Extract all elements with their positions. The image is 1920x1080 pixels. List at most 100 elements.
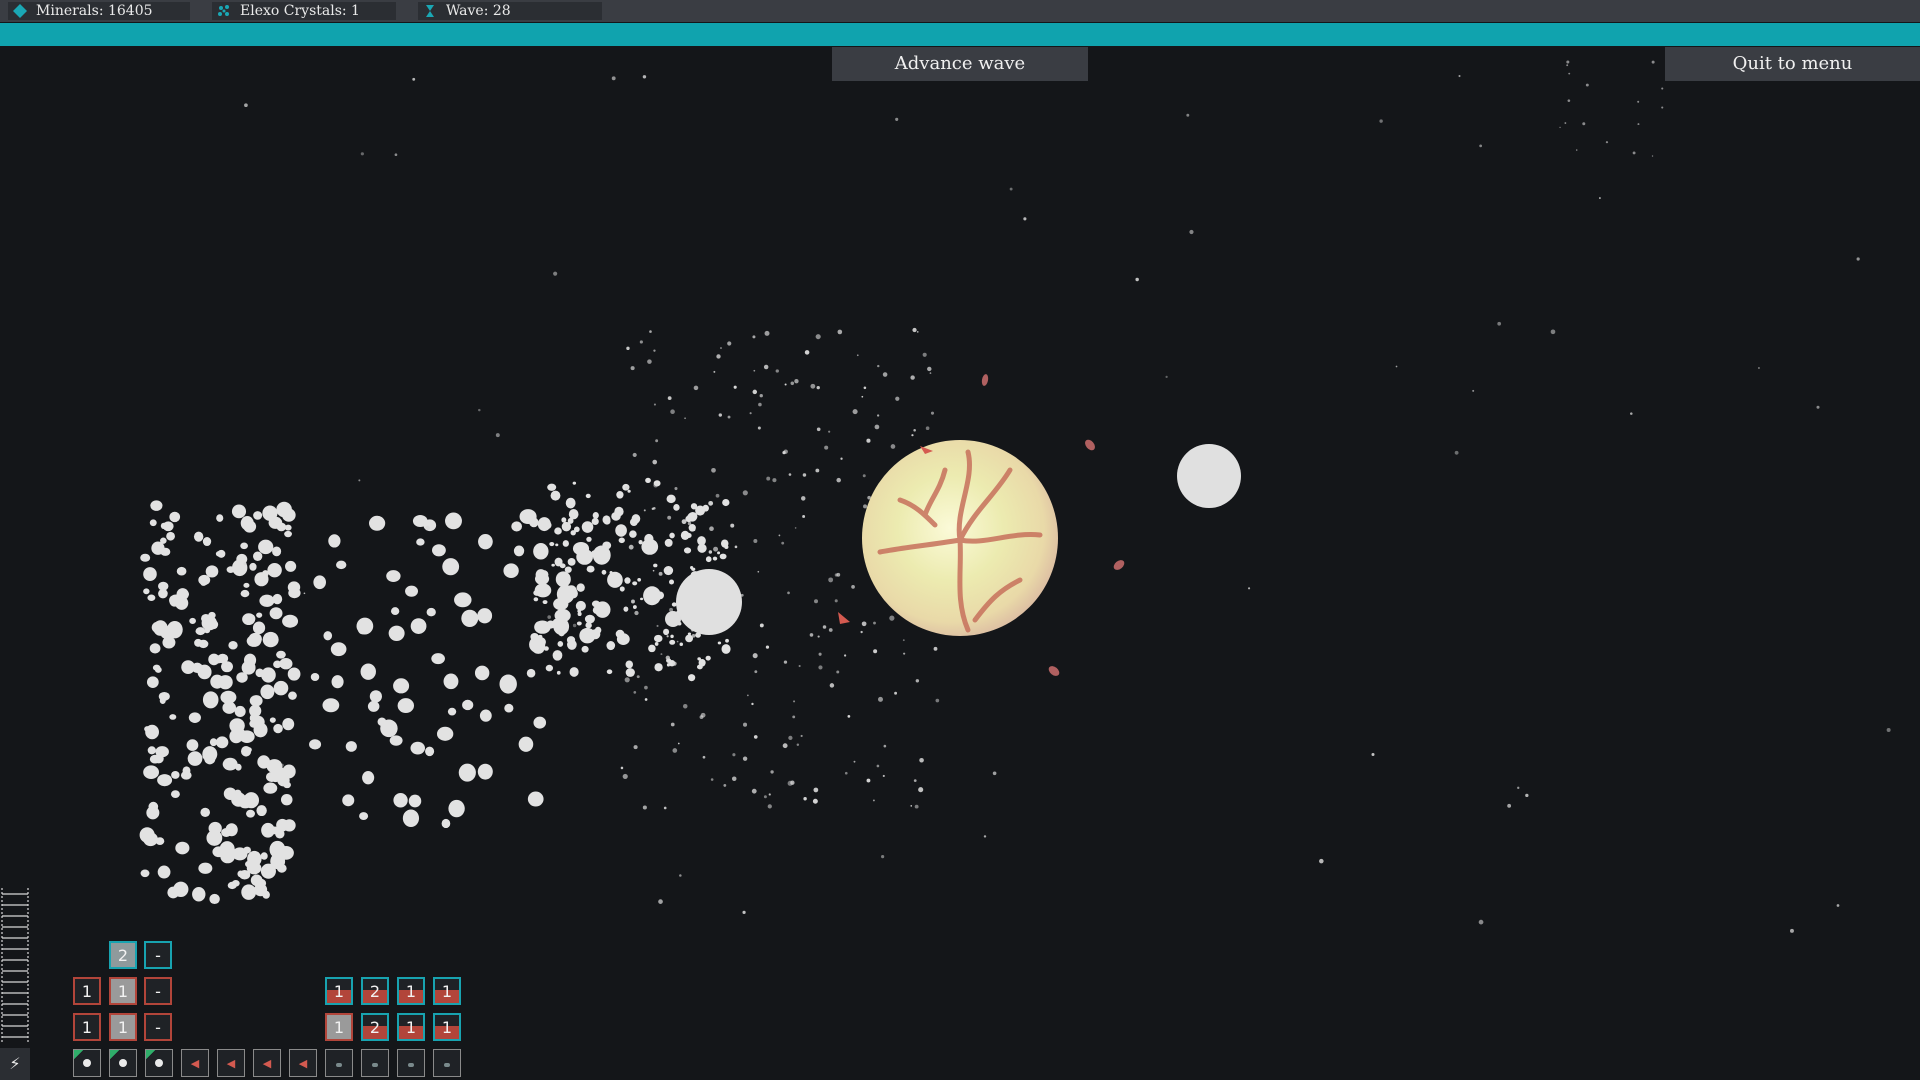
fighter-unit-slot[interactable]: ◀ [289, 1049, 317, 1077]
dust-particle [913, 428, 916, 432]
asteroid [552, 650, 563, 661]
asteroid [220, 690, 237, 704]
dust-particle [803, 797, 807, 801]
advance-wave-button[interactable]: Advance wave [832, 47, 1088, 81]
dust-particle [863, 386, 867, 390]
slot-tile[interactable]: - [144, 941, 172, 969]
weapon-tile[interactable]: 1 [325, 1013, 353, 1041]
dust-particle [715, 493, 720, 498]
dust-particle [788, 735, 793, 740]
weapon-tile[interactable]: 1 [397, 1013, 425, 1041]
dust-particle [1135, 277, 1139, 282]
asteroid [197, 664, 212, 680]
asteroid [405, 585, 419, 597]
asteroid [477, 763, 493, 780]
weapon-tile[interactable]: 1 [325, 977, 353, 1005]
crystals-label: Elexo Crystals: 1 [240, 3, 360, 19]
fighter-icon: ◀ [298, 1057, 308, 1070]
dust-particle [817, 635, 820, 638]
asteroid [643, 586, 661, 606]
asteroid [328, 534, 341, 548]
weapon-tile[interactable]: 1 [397, 977, 425, 1005]
build-queue-ladder[interactable] [0, 888, 30, 1044]
dust-particle [759, 623, 764, 628]
slot-tile[interactable]: 1 [109, 977, 137, 1005]
asteroid [616, 633, 630, 645]
dust-particle [687, 521, 692, 526]
dust-particle [243, 562, 247, 566]
weapon-tile[interactable]: 2 [361, 977, 389, 1005]
slot-tile[interactable]: 2 [109, 941, 137, 969]
dust-particle [658, 571, 663, 576]
slot-tile[interactable]: - [144, 977, 172, 1005]
slot-tile[interactable]: 1 [109, 1013, 137, 1041]
asteroid [443, 673, 459, 690]
asteroid [380, 719, 398, 738]
dust-particle [860, 630, 863, 634]
dust-particle [881, 855, 885, 859]
quit-to-menu-button[interactable]: Quit to menu [1665, 47, 1920, 81]
orbital-unit-slot[interactable] [145, 1049, 173, 1077]
dust-particle [783, 449, 788, 454]
asteroid [209, 893, 220, 905]
asteroid [227, 881, 237, 890]
weapon-tile[interactable]: 1 [433, 1013, 461, 1041]
drone-unit-slot[interactable] [361, 1049, 389, 1077]
fighter-unit-slot[interactable]: ◀ [253, 1049, 281, 1077]
asteroid [529, 636, 546, 653]
orbital-unit-slot[interactable] [73, 1049, 101, 1077]
asteroid [687, 674, 696, 682]
moon-left[interactable] [676, 569, 742, 635]
dust-particle [813, 787, 819, 793]
dust-particle [626, 346, 630, 351]
asteroid [576, 583, 585, 592]
asteroid [397, 698, 415, 714]
weapon-tile[interactable]: 2 [361, 1013, 389, 1041]
asteroid [447, 707, 457, 716]
dust-particle [639, 340, 643, 344]
home-planet[interactable] [862, 440, 1058, 636]
drone-unit-slot[interactable] [325, 1049, 353, 1077]
moon-right[interactable] [1177, 444, 1241, 508]
asteroid [330, 642, 347, 657]
fighter-icon: ◀ [190, 1057, 200, 1070]
slot-tile[interactable]: 1 [73, 977, 101, 1005]
asteroid [276, 501, 292, 518]
dust-particle [634, 610, 639, 616]
dust-particle [772, 478, 777, 483]
dust-particle [1247, 587, 1251, 590]
slot-tile[interactable]: 1 [73, 1013, 101, 1041]
fighter-unit-slot[interactable]: ◀ [181, 1049, 209, 1077]
asteroid [448, 799, 465, 818]
asteroid [171, 514, 180, 522]
asteroid [527, 791, 544, 807]
asteroid [499, 674, 517, 694]
dust-particle [691, 634, 696, 638]
space-view[interactable] [0, 46, 1920, 1080]
weapon-tile[interactable]: 1 [433, 977, 461, 1005]
fighter-unit-slot[interactable]: ◀ [217, 1049, 245, 1077]
dust-particle [751, 702, 754, 706]
dust-particle [624, 485, 629, 490]
planet-orbit-icon [155, 1059, 163, 1067]
slot-tile[interactable]: - [144, 1013, 172, 1041]
asteroid [240, 542, 248, 550]
asteroid [192, 887, 206, 902]
dust-particle [794, 527, 797, 529]
asteroid [663, 628, 670, 636]
asteroid [276, 650, 286, 659]
asteroid [680, 530, 690, 541]
orbital-unit-slot[interactable] [109, 1049, 137, 1077]
asteroid [231, 504, 247, 519]
drone-unit-slot[interactable] [397, 1049, 425, 1077]
dust-particle [764, 330, 770, 336]
dust-particle [742, 910, 746, 914]
drone-icon [336, 1063, 342, 1067]
asteroid [567, 558, 576, 566]
asteroid [458, 763, 476, 782]
asteroid [310, 672, 320, 682]
lightning-icon[interactable]: ⚡ [0, 1048, 30, 1080]
drone-unit-slot[interactable] [433, 1049, 461, 1077]
asteroid [663, 566, 674, 576]
dust-particle [1525, 793, 1529, 798]
